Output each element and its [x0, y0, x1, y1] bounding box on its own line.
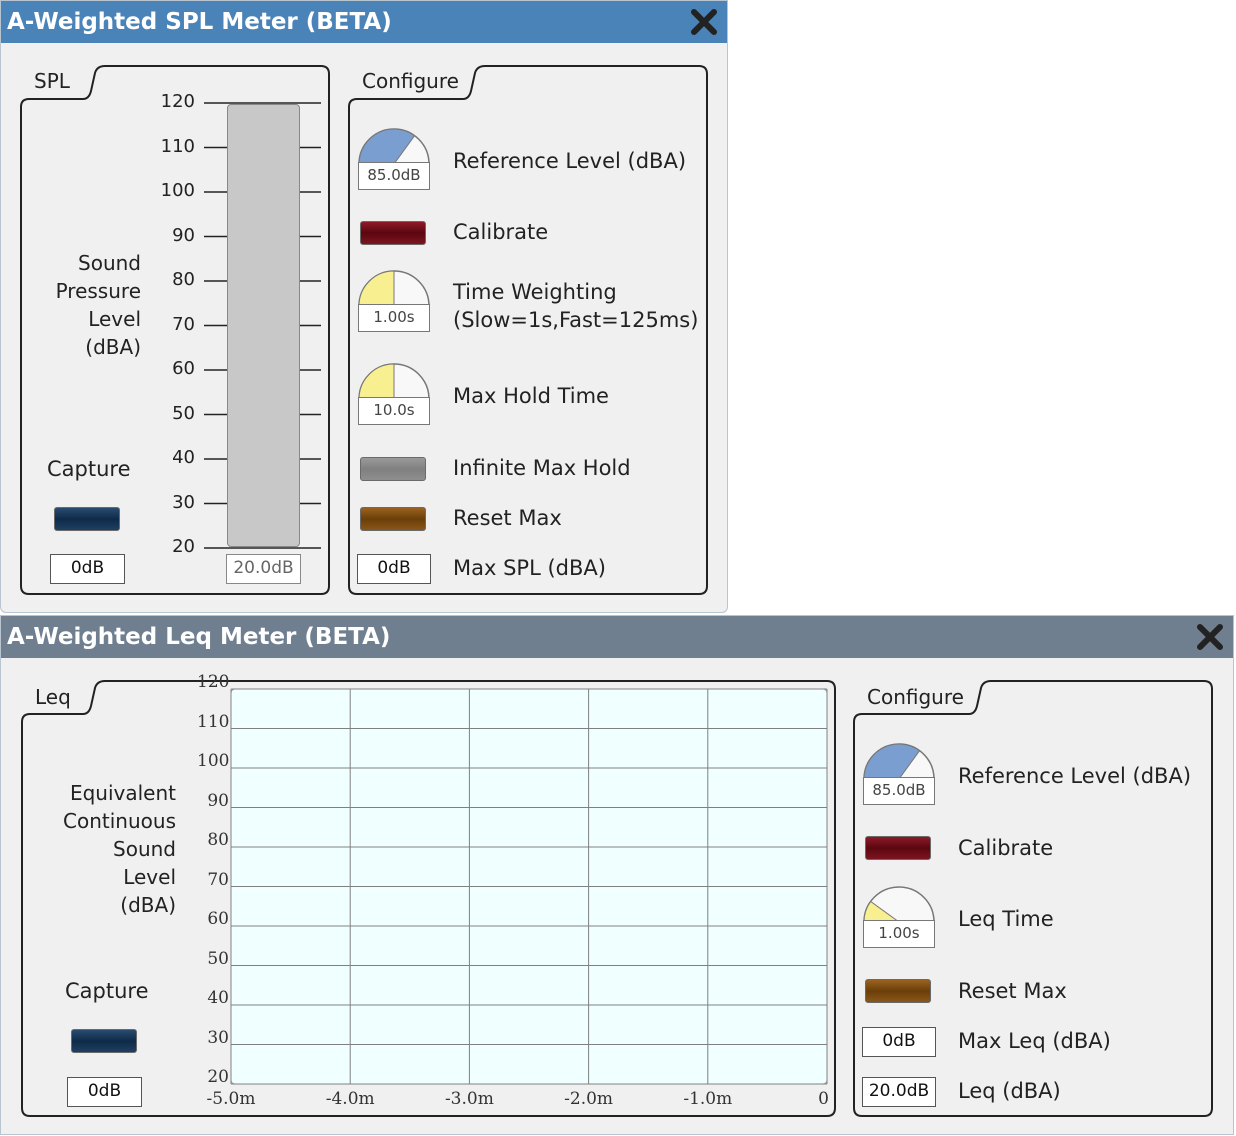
spl-level-bar — [227, 104, 300, 547]
reset-max-button[interactable] — [360, 507, 426, 531]
y-tick-label: 30 — [207, 1027, 229, 1048]
max-spl-value: 0dB — [357, 554, 431, 584]
reference-level-label: Reference Level (dBA) — [958, 764, 1192, 788]
time-weighting-label-line: Time Weighting — [453, 280, 617, 304]
y-tick-label: 80 — [207, 830, 229, 850]
max-hold-time-knob[interactable]: 10.0s — [357, 361, 433, 427]
capture-label: Capture — [47, 457, 131, 481]
y-tick-label: 90 — [207, 790, 229, 811]
time-weighting-value[interactable]: 1.00s — [358, 304, 430, 332]
spl-meter-window: A-Weighted SPL Meter (BETA) SPL Sound Pr… — [0, 0, 728, 613]
knob-dial-icon — [358, 270, 430, 307]
x-tick-label: -5.0m — [206, 1089, 256, 1109]
y-tick-label: 40 — [207, 988, 229, 1008]
calibrate-button[interactable] — [360, 221, 426, 245]
y-tick-label: 120 — [197, 672, 230, 692]
configure-group-label: Configure — [362, 69, 459, 93]
infinite-max-hold-button[interactable] — [360, 457, 426, 481]
leq-time-value[interactable]: 1.00s — [863, 920, 935, 948]
reference-level-knob[interactable]: 85.0dB — [357, 126, 433, 192]
reset-max-label: Reset Max — [453, 506, 562, 530]
leq-meter-window: A-Weighted Leq Meter (BETA) Leq Equivale… — [0, 615, 1234, 1135]
reset-max-button[interactable] — [865, 979, 931, 1003]
y-tick-label: 110 — [197, 711, 230, 732]
knob-dial-icon — [863, 743, 935, 780]
reference-level-knob[interactable]: 85.0dB — [862, 741, 938, 807]
reset-max-label: Reset Max — [958, 979, 1067, 1003]
calibrate-label: Calibrate — [958, 836, 1054, 860]
x-tick-label: -3.0m — [444, 1089, 494, 1109]
y-tick-label: 50 — [207, 948, 229, 969]
x-tick-label: -4.0m — [325, 1089, 375, 1109]
leq-label: Leq (dBA) — [958, 1079, 1061, 1103]
max-hold-time-value[interactable]: 10.0s — [358, 397, 430, 425]
x-tick-label: 0 — [818, 1089, 829, 1109]
capture-value: 0dB — [50, 554, 125, 584]
max-leq-value: 0dB — [862, 1027, 936, 1057]
spl-bar-value: 20.0dB — [226, 554, 301, 584]
max-spl-label: Max SPL (dBA) — [453, 556, 606, 580]
knob-dial-icon — [863, 886, 935, 923]
capture-button[interactable] — [54, 507, 120, 531]
knob-value-arc — [358, 363, 395, 400]
leq-time-label: Leq Time — [958, 907, 1054, 931]
reference-level-value[interactable]: 85.0dB — [863, 777, 935, 805]
knob-dial-icon — [358, 128, 430, 165]
calibrate-label: Calibrate — [453, 220, 549, 244]
time-weighting-label: Time Weighting (Slow=1s,Fast=125ms) — [453, 278, 698, 334]
x-tick-label: -2.0m — [564, 1089, 614, 1109]
x-tick-label: -1.0m — [683, 1089, 733, 1109]
time-weighting-label-line: (Slow=1s,Fast=125ms) — [453, 308, 699, 332]
y-tick-label: 20 — [207, 1067, 229, 1087]
knob-dial-icon — [358, 363, 430, 400]
configure-group-label: Configure — [867, 685, 964, 709]
max-hold-time-label: Max Hold Time — [453, 384, 609, 408]
reference-level-label: Reference Level (dBA) — [453, 149, 687, 173]
calibrate-button[interactable] — [865, 836, 931, 860]
y-tick-label: 60 — [207, 909, 229, 929]
reference-level-value[interactable]: 85.0dB — [358, 162, 430, 190]
y-tick-label: 100 — [197, 751, 230, 771]
leq-time-knob[interactable]: 1.00s — [862, 884, 938, 950]
infinite-max-hold-label: Infinite Max Hold — [453, 456, 631, 480]
knob-value-arc — [358, 270, 395, 307]
y-tick-label: 70 — [207, 869, 229, 890]
leq-history-chart — [230, 688, 828, 1085]
leq-value: 20.0dB — [862, 1077, 936, 1107]
time-weighting-knob[interactable]: 1.00s — [357, 268, 433, 334]
max-leq-label: Max Leq (dBA) — [958, 1029, 1111, 1053]
